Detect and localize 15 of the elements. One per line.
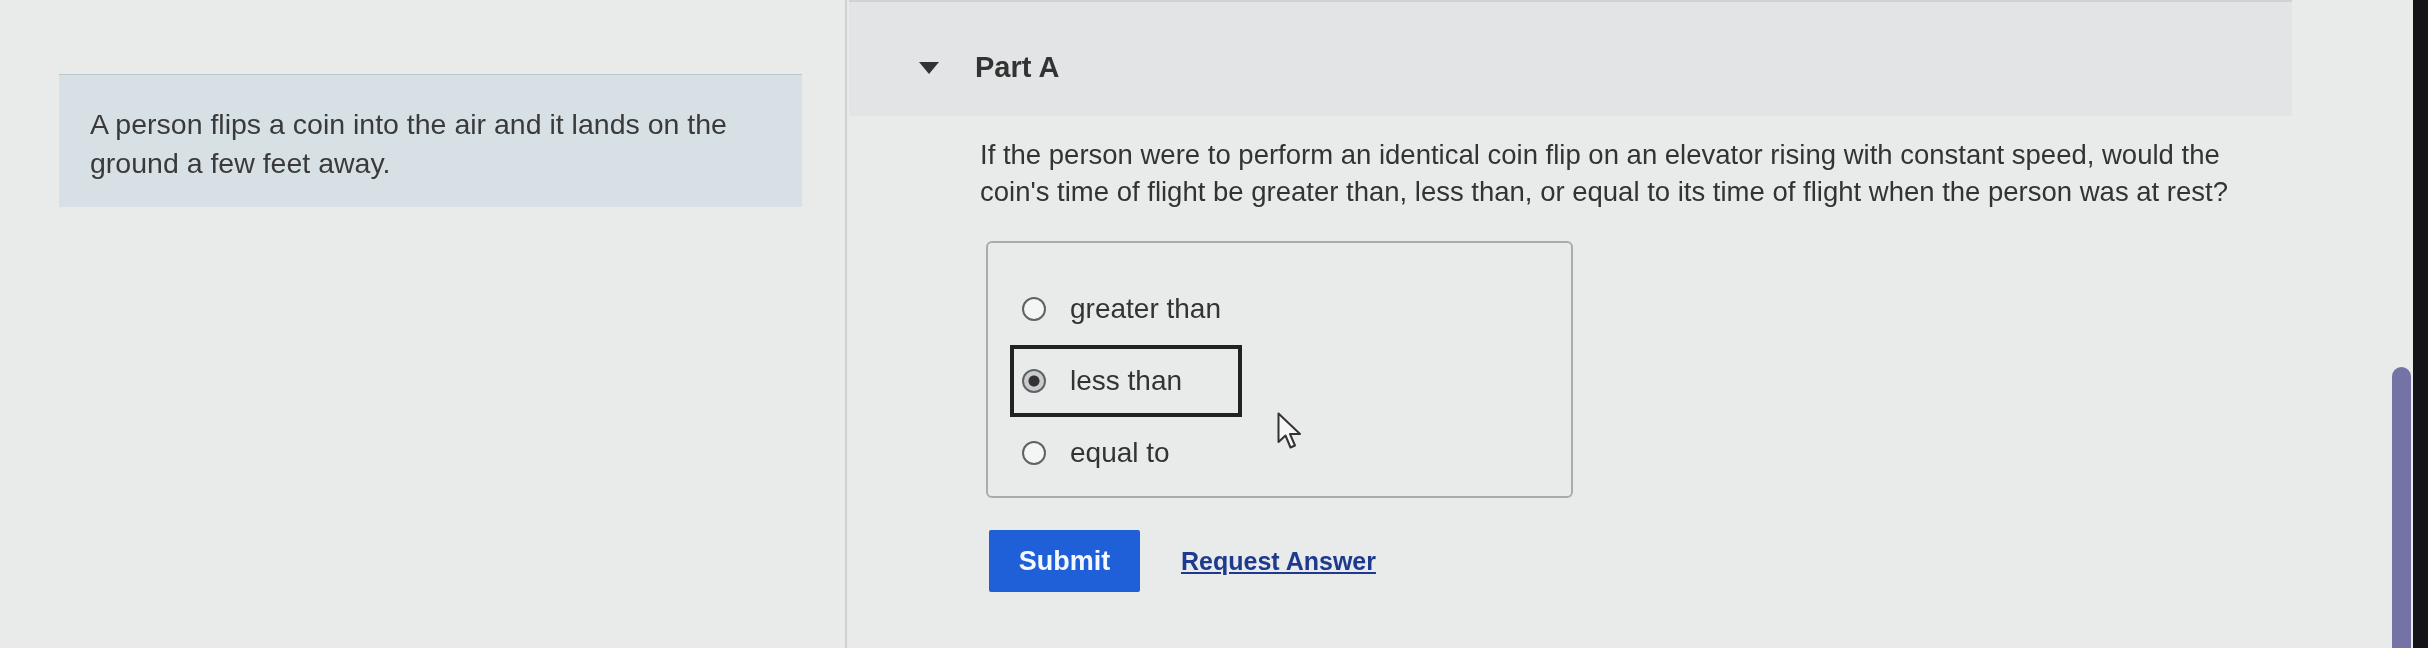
answer-option[interactable]: greater than (1010, 273, 1242, 345)
submit-button[interactable]: Submit (989, 530, 1140, 592)
answer-option[interactable]: less than (1010, 345, 1242, 417)
request-answer-link[interactable]: Request Answer (1181, 546, 1376, 576)
radio-button[interactable] (1022, 297, 1046, 321)
mouse-cursor-icon (1277, 412, 1304, 450)
caret-icon[interactable] (919, 62, 939, 74)
part-header[interactable]: Part A (849, 0, 2292, 116)
answer-option[interactable]: equal to (1010, 417, 1242, 489)
radio-button[interactable] (1022, 369, 1046, 393)
problem-text: A person flips a coin into the air and it lands on the ground a few feet away. (90, 107, 728, 181)
question-text: If the person were to perform an identical coin flip on an elevator rising with constant speed, would the coin's time of flight be greater than, less than, or equal to its time of flight when the person was at rest? (980, 138, 2229, 209)
part-title: Part A (975, 50, 1060, 85)
scrollbar-thumb[interactable] (2392, 367, 2411, 648)
radio-button[interactable] (1022, 441, 1046, 465)
